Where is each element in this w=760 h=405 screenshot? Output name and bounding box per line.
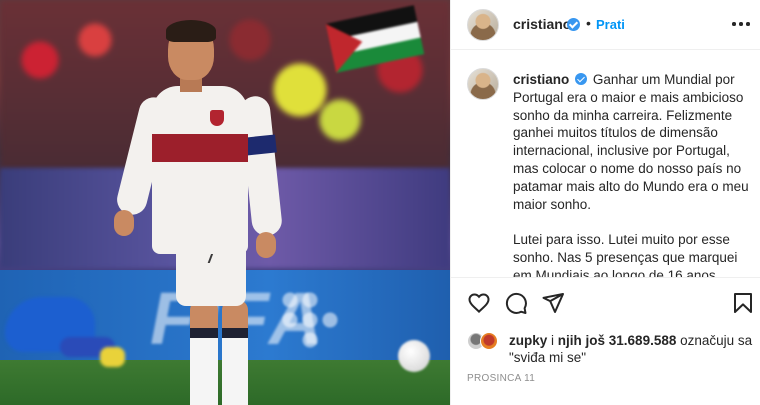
likes-text: zupky i njih još 31.689.588 označuju sa …: [509, 332, 757, 366]
caption-paragraph-1: Ganhar um Mundial por Portugal era o mai…: [513, 72, 749, 212]
likes-count[interactable]: njih još 31.689.588: [558, 333, 677, 348]
team-crest: [210, 110, 224, 126]
football: [398, 340, 430, 372]
caption-area: cristiano Ganhar um Mundial por Portugal…: [451, 51, 760, 277]
caption-text: cristiano Ganhar um Mundial por Portugal…: [513, 71, 749, 277]
caption-author-avatar[interactable]: [467, 68, 499, 100]
send-icon[interactable]: [541, 291, 565, 315]
likes-connector: i: [547, 333, 558, 348]
post-header: cristiano • Prati: [451, 0, 760, 50]
liker-avatar-2: [480, 332, 498, 350]
liker-username[interactable]: zupky: [509, 333, 547, 348]
verified-badge-icon: [567, 18, 580, 31]
post-date[interactable]: PROSINCA 11: [467, 373, 535, 384]
post-side-panel: cristiano • Prati cristiano Ganhar um Mu…: [450, 0, 760, 405]
author-username[interactable]: cristiano: [513, 16, 571, 32]
caption-paragraph-2: Lutei para isso. Lutei muito por esse so…: [513, 232, 738, 277]
bookmark-icon[interactable]: [731, 291, 755, 315]
more-options-icon[interactable]: [731, 15, 751, 33]
comment-icon[interactable]: [504, 291, 528, 315]
author-avatar[interactable]: [467, 9, 499, 41]
player-figure: 7: [110, 10, 290, 405]
post-photo[interactable]: FIFA 7: [0, 0, 450, 405]
action-bar: [451, 277, 760, 327]
separator-dot: •: [586, 15, 591, 31]
follow-button[interactable]: Prati: [596, 17, 625, 32]
verified-badge-icon: [575, 73, 588, 85]
captain-armband: [245, 134, 277, 156]
caption-username[interactable]: cristiano: [513, 72, 569, 87]
heart-icon[interactable]: [467, 291, 491, 315]
likes-summary: zupky i njih još 31.689.588 označuju sa …: [467, 330, 757, 366]
goalkeeper-figure: [0, 292, 125, 372]
